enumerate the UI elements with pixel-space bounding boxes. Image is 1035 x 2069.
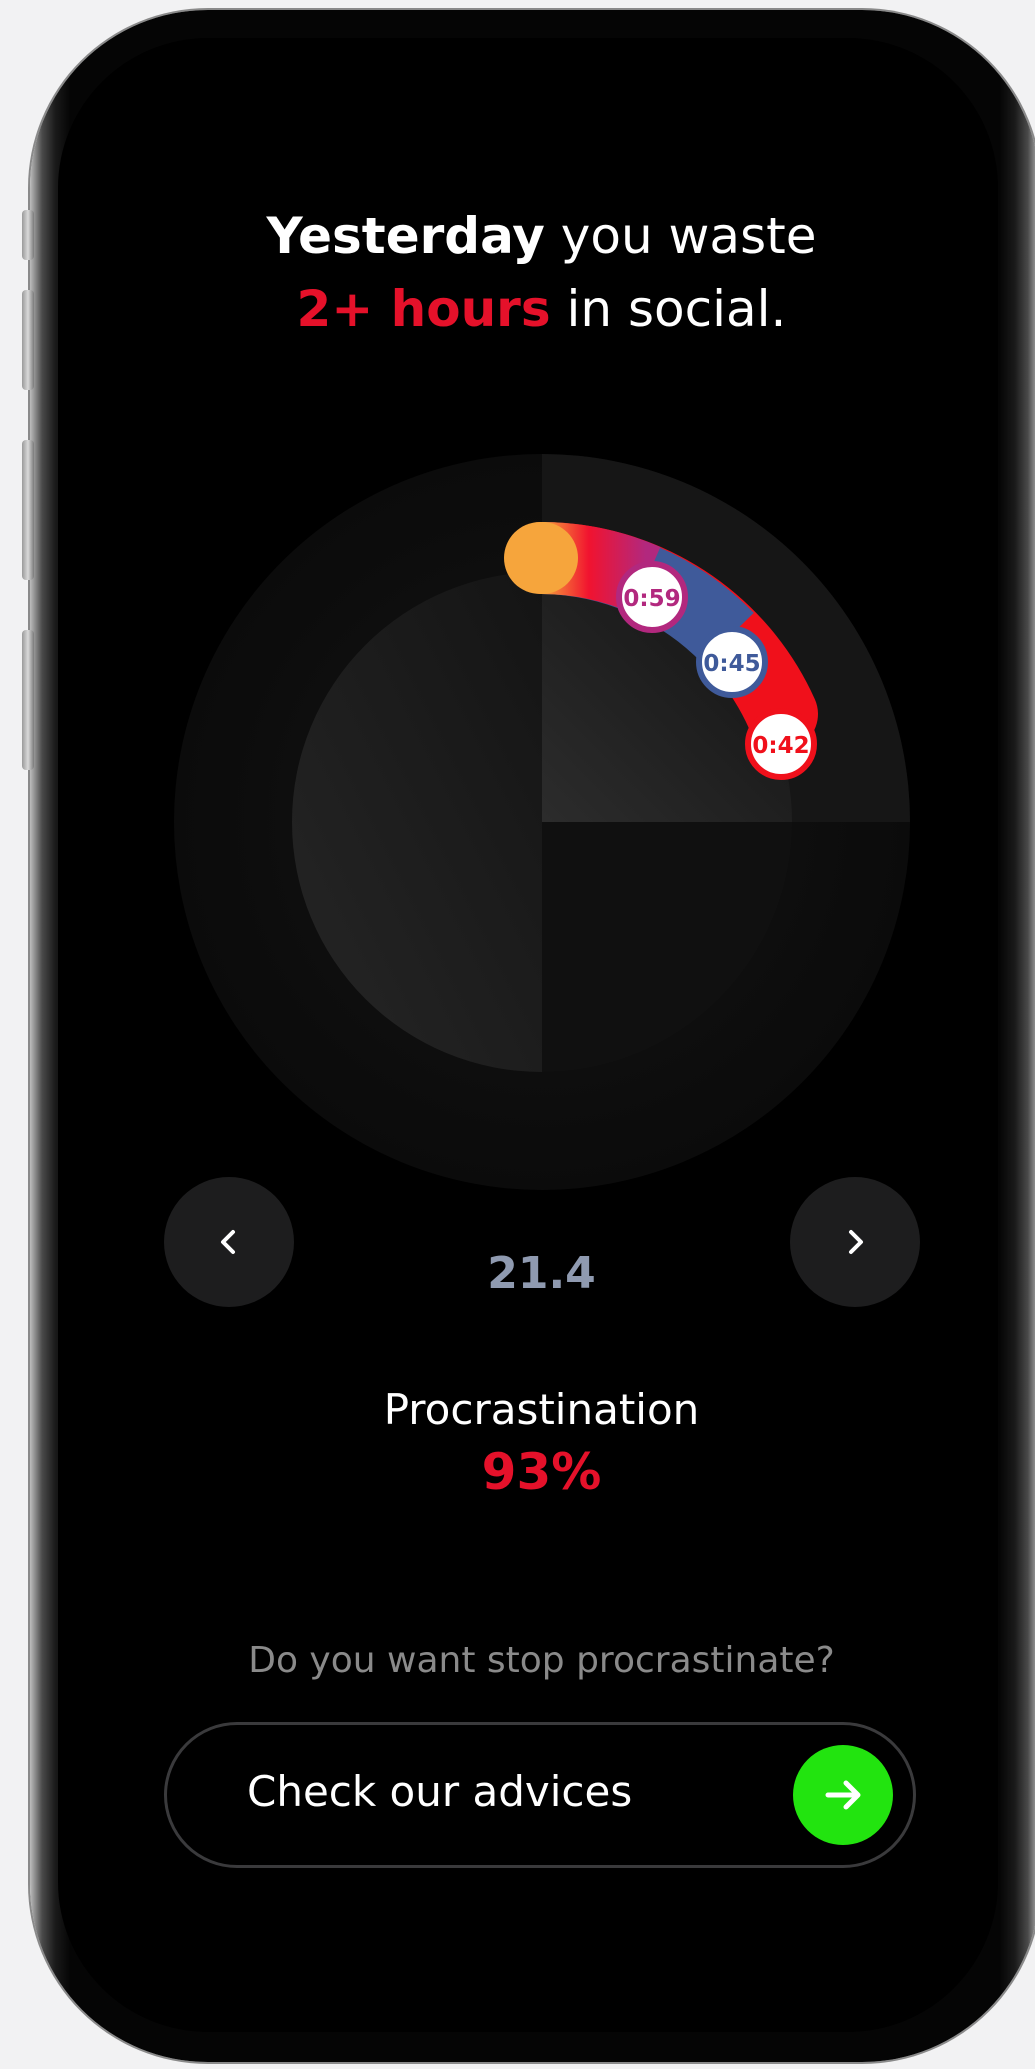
volume-down-button-2 (22, 630, 34, 770)
badge-042-text: 0:42 (752, 733, 809, 759)
headline: Yesterday you waste 2+ hours in social. (0, 200, 1035, 346)
headline-highlight: 2+ hours (296, 280, 551, 338)
cta-arrow-button[interactable] (793, 1745, 893, 1845)
badge-059-text: 0:59 (623, 586, 680, 612)
headline-text: you waste (544, 207, 817, 265)
next-day-button[interactable] (790, 1177, 920, 1307)
question-text: Do you want stop procrastinate? (248, 1640, 835, 1681)
check-advices-button[interactable]: Check our advices (164, 1722, 916, 1868)
badge-042: 0:42 (745, 708, 817, 780)
arrow-right-icon (825, 1780, 861, 1810)
headline-day: Yesterday (266, 207, 545, 265)
metric-value: 93% (481, 1443, 602, 1501)
badge-059: 0:59 (616, 561, 688, 633)
headline-text-2: in social. (550, 280, 787, 338)
chevron-right-icon (849, 1230, 863, 1254)
metric-label: Procrastination (383, 1385, 700, 1434)
cta-label: Check our advices (247, 1767, 633, 1816)
badge-045-text: 0:45 (703, 651, 760, 677)
volume-down-button (22, 440, 34, 580)
badge-045: 0:45 (696, 626, 768, 698)
